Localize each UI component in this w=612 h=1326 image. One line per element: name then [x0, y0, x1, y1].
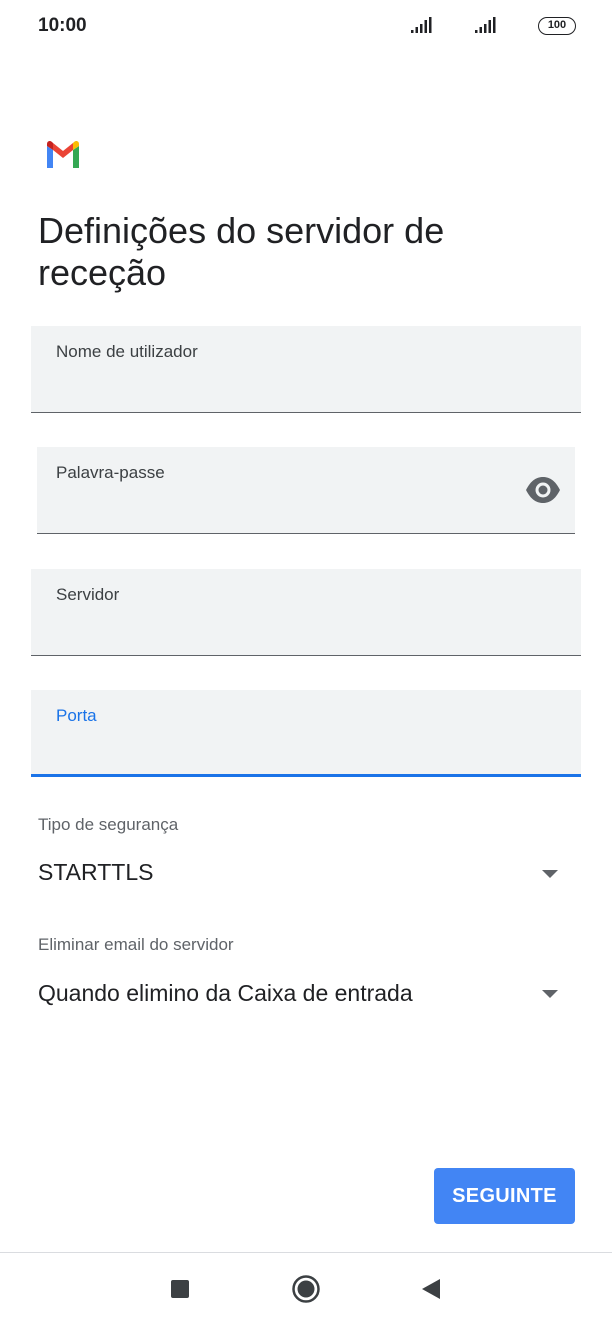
server-field[interactable]: Servidor [31, 569, 581, 656]
password-label: Palavra-passe [56, 463, 165, 482]
password-field[interactable]: Palavra-passe [37, 447, 575, 534]
recents-square-icon[interactable] [171, 1280, 189, 1298]
status-time: 10:00 [38, 15, 87, 36]
chevron-down-icon [542, 870, 558, 878]
port-label: Porta [56, 706, 97, 725]
page-title: Definições do servidor de receção [38, 210, 445, 293]
battery-level: 100 [547, 19, 567, 31]
security-type-value: STARTTLS [38, 859, 154, 885]
port-field[interactable]: Porta [31, 690, 581, 777]
port-input[interactable] [56, 740, 526, 766]
chevron-down-icon [542, 990, 558, 998]
password-input[interactable] [56, 499, 496, 525]
signal-icon-2 [475, 17, 496, 33]
server-input[interactable] [56, 621, 526, 647]
username-input[interactable] [56, 378, 526, 404]
signal-icon [411, 17, 432, 33]
delete-email-select[interactable]: Quando elimino da Caixa de entrada [30, 970, 580, 1020]
status-bar: 10:00 100 [0, 0, 612, 56]
delete-email-label: Eliminar email do servidor [38, 935, 234, 954]
back-triangle-icon[interactable] [422, 1279, 440, 1299]
next-button[interactable]: SEGUINTE [434, 1168, 575, 1224]
battery-icon: 100 [538, 17, 576, 35]
home-circle-icon[interactable] [291, 1274, 321, 1304]
username-field[interactable]: Nome de utilizador [31, 326, 581, 413]
navigation-bar [0, 1252, 612, 1326]
security-type-select[interactable]: STARTTLS [30, 850, 580, 900]
server-label: Servidor [56, 585, 120, 604]
security-type-label: Tipo de segurança [38, 815, 179, 834]
gmail-logo-icon [47, 141, 79, 168]
delete-email-value: Quando elimino da Caixa de entrada [38, 980, 413, 1006]
eye-icon[interactable] [525, 475, 561, 505]
username-label: Nome de utilizador [56, 342, 198, 361]
